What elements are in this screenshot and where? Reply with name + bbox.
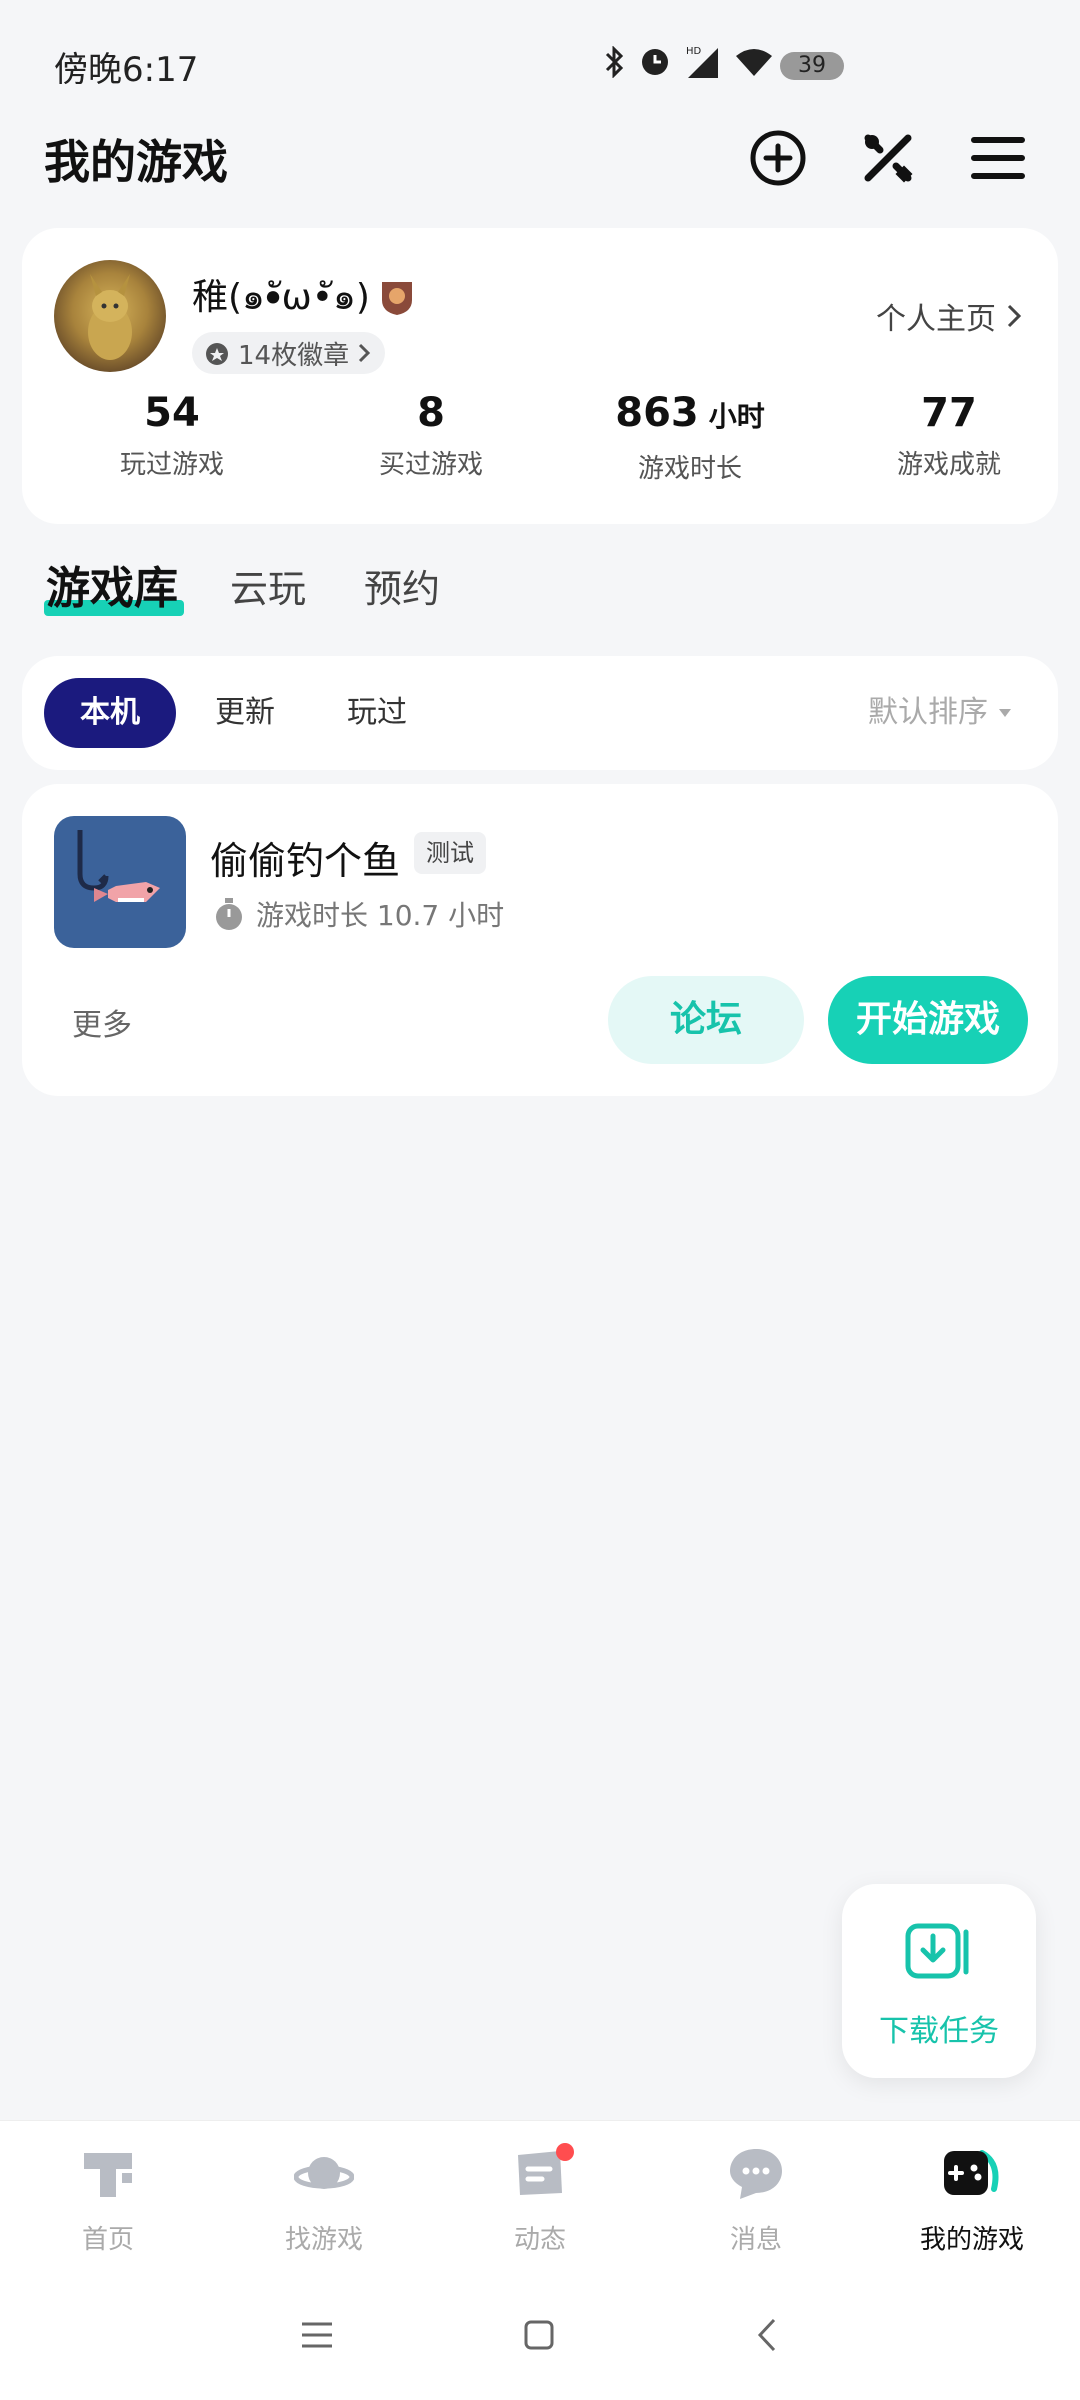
alarm-icon [642, 49, 668, 75]
stat-value: 54 [144, 390, 200, 436]
add-button[interactable] [746, 126, 810, 190]
stat-label: 游戏时长 [637, 454, 742, 484]
profile-home-link[interactable]: 个人主页 [876, 294, 1022, 338]
more-button[interactable]: 更多 [72, 1000, 132, 1044]
stopwatch-icon [216, 898, 242, 930]
game-tag: 测试 [414, 832, 486, 874]
stat-achievements[interactable]: 77 游戏成就 [849, 388, 1049, 481]
bluetooth-icon [605, 46, 624, 78]
planet-icon [294, 2157, 354, 2189]
shield-badge-icon [381, 281, 412, 315]
game-card: 偷偷钓个鱼 测试 游戏时长 10.7 小时 更多 论坛 开始游戏 [22, 784, 1058, 1096]
nav-messages[interactable]: 消息 [648, 2121, 864, 2271]
tab-cloud-play[interactable]: 云玩 [230, 558, 306, 613]
start-game-button[interactable]: 开始游戏 [828, 976, 1028, 1064]
caret-down-icon [999, 709, 1011, 717]
wifi-icon [736, 49, 772, 76]
nav-my-games[interactable]: 我的游戏 [864, 2121, 1080, 2271]
nav-label: 我的游戏 [919, 2225, 1024, 2255]
tools-button[interactable] [856, 126, 920, 190]
bottom-nav: 首页 找游戏 动态 消息 我的游戏 [0, 2120, 1080, 2270]
nav-label: 首页 [81, 2225, 134, 2255]
game-name[interactable]: 偷偷钓个鱼 [210, 830, 400, 885]
stat-label: 买过游戏 [378, 450, 483, 480]
stat-value: 8 [417, 390, 445, 436]
fish-hook-icon [77, 830, 160, 902]
nav-label: 动态 [513, 2225, 566, 2255]
nav-discover[interactable]: 找游戏 [216, 2121, 432, 2271]
add-circle-icon [750, 130, 806, 186]
stat-value: 77 [921, 390, 977, 436]
chevron-left-icon [757, 2318, 776, 2352]
square-icon [524, 2320, 554, 2350]
tools-icon [864, 134, 913, 183]
filter-local[interactable]: 本机 [44, 678, 176, 748]
stat-label: 游戏成就 [896, 450, 1001, 480]
forum-button[interactable]: 论坛 [608, 976, 804, 1064]
medal-icon [206, 343, 228, 365]
avatar-image [88, 274, 132, 360]
sort-dropdown[interactable]: 默认排序 [868, 678, 1012, 748]
sort-label: 默认排序 [868, 695, 988, 730]
chevron-right-icon [359, 343, 371, 363]
download-tasks-button[interactable]: 下载任务 [842, 1884, 1036, 2078]
filter-bar: 本机 更新 玩过 默认排序 [22, 656, 1058, 770]
stat-unit: 小时 [708, 400, 765, 433]
username[interactable]: 稚(๑•ัω•ั๑) [192, 268, 414, 325]
filter-played[interactable]: 玩过 [332, 678, 422, 748]
game-icon[interactable] [54, 816, 186, 948]
nav-home[interactable]: 首页 [0, 2121, 216, 2271]
svg-text:HD: HD [686, 46, 702, 57]
tab-game-library[interactable]: 游戏库 [46, 552, 178, 616]
status-icons: HD [604, 44, 774, 80]
status-time: 傍晚6:17 [54, 50, 199, 90]
filter-updates[interactable]: 更新 [200, 678, 290, 748]
medals-count: 14枚徽章 [238, 340, 350, 371]
playtime-text: 游戏时长 10.7 小时 [256, 899, 505, 932]
nav-label: 消息 [729, 2225, 782, 2255]
recent-apps-button[interactable] [292, 2310, 342, 2360]
menu-lines-icon [302, 2322, 332, 2348]
stat-played-games[interactable]: 54 玩过游戏 [72, 388, 272, 481]
message-icon [730, 2149, 782, 2199]
home-icon [84, 2153, 132, 2197]
signal-icon: HD [686, 46, 718, 78]
system-nav-bar [0, 2270, 1080, 2400]
page-title: 我的游戏 [44, 135, 228, 189]
home-link-label: 个人主页 [876, 302, 996, 337]
nav-feed[interactable]: 动态 [432, 2121, 648, 2271]
game-playtime: 游戏时长 10.7 小时 [214, 894, 504, 934]
stat-label: 玩过游戏 [119, 450, 224, 480]
notification-dot [556, 2143, 574, 2161]
home-system-button[interactable] [514, 2310, 564, 2360]
tab-reservations[interactable]: 预约 [364, 558, 440, 613]
stat-bought-games[interactable]: 8 买过游戏 [331, 388, 531, 481]
stat-value: 863 [615, 390, 699, 436]
avatar[interactable] [54, 260, 166, 372]
status-bar: 傍晚6:17 HD 39 [0, 0, 1080, 130]
menu-icon [971, 137, 1025, 179]
stat-play-time[interactable]: 863 小时 游戏时长 [590, 388, 790, 485]
medals-chip[interactable]: 14枚徽章 [192, 332, 386, 374]
back-system-button[interactable] [742, 2310, 792, 2360]
battery-indicator: 39 [780, 52, 844, 80]
chevron-right-icon [1007, 304, 1022, 328]
profile-card: 稚(๑•ัω•ั๑) 14枚徽章 个人主页 54 玩过游戏 8 买过游戏 863… [22, 228, 1058, 524]
nav-label: 找游戏 [284, 2225, 363, 2255]
download-tasks-label: 下载任务 [879, 2014, 999, 2049]
gamepad-icon [944, 2150, 999, 2195]
username-text: 稚(๑•ัω•ั๑) [192, 277, 370, 318]
download-icon [905, 1923, 969, 1979]
menu-button[interactable] [966, 126, 1030, 190]
